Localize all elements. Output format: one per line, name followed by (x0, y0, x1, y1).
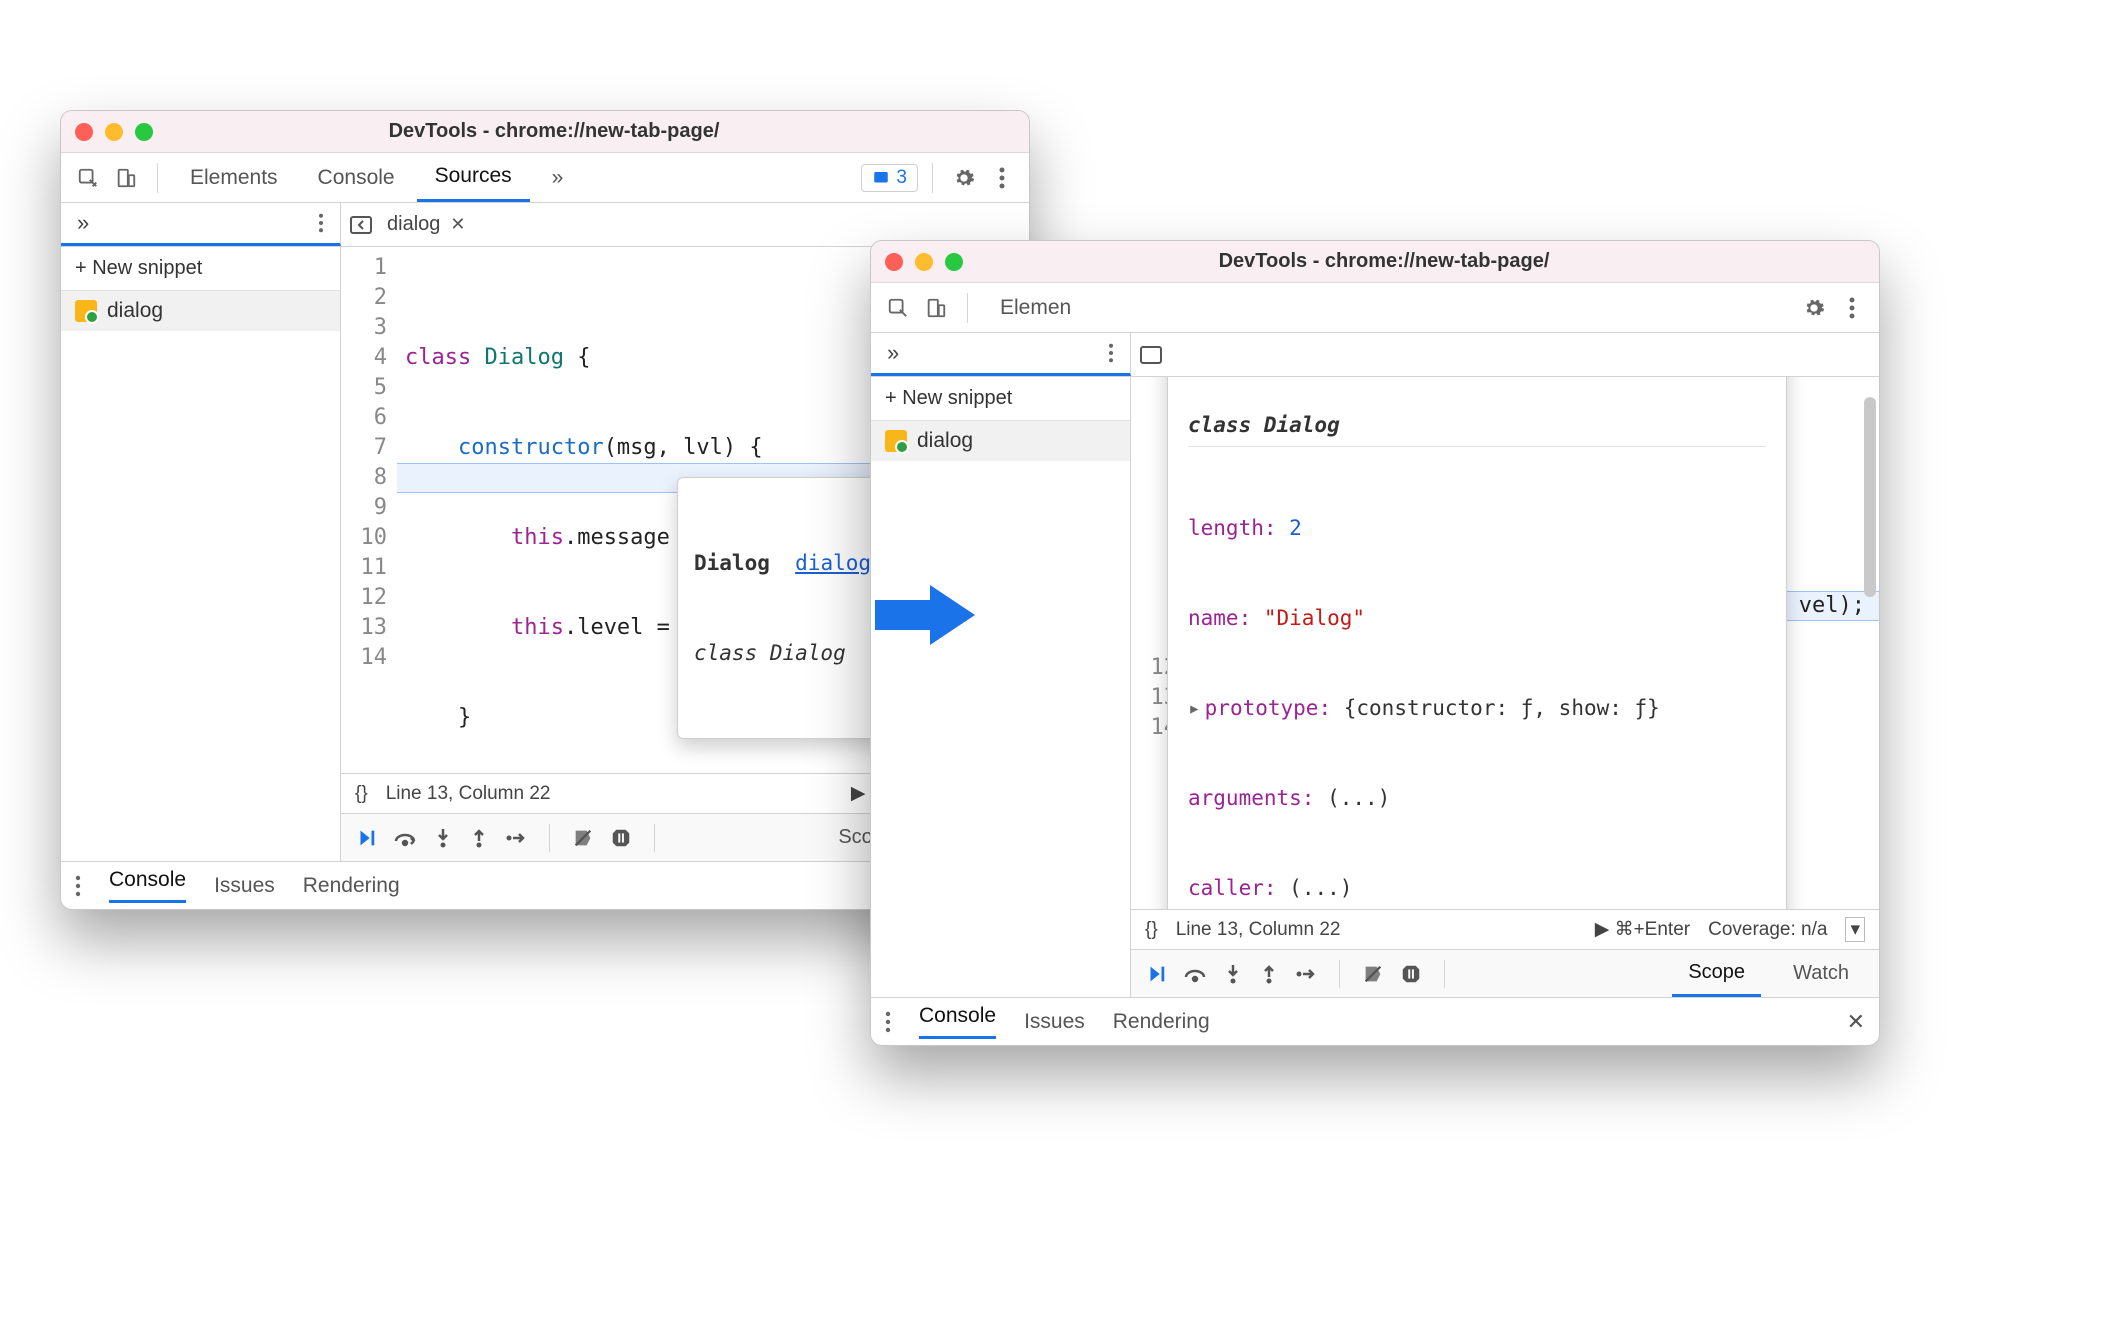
inspect-element-icon[interactable] (71, 161, 105, 195)
scrollbar-thumb[interactable] (1864, 397, 1876, 597)
chevron-down-boxed-icon[interactable]: ▾ (1845, 917, 1865, 942)
line-gutter: 1234567891011121314 (341, 247, 397, 773)
kebab-menu-icon[interactable] (885, 1011, 891, 1033)
main-toolbar: Elemen (871, 283, 1879, 333)
new-snippet-button[interactable]: + New snippet (871, 377, 1130, 421)
deactivate-breakpoints-icon[interactable] (1362, 963, 1384, 985)
step-into-icon[interactable] (433, 827, 453, 849)
step-into-icon[interactable] (1223, 963, 1243, 985)
code-content[interactable]: vel); const dialog = new Dialog('hello w… (1187, 383, 1879, 909)
snippet-file-icon (75, 300, 97, 322)
pause-exceptions-icon[interactable] (1400, 963, 1422, 985)
resume-icon[interactable] (1145, 963, 1167, 985)
resume-icon[interactable] (355, 827, 377, 849)
close-window-icon[interactable] (75, 123, 93, 141)
inspect-element-icon[interactable] (881, 291, 915, 325)
step-over-icon[interactable] (1183, 963, 1207, 985)
watch-tab[interactable]: Watch (1777, 950, 1865, 997)
drawer-toolbar: Console Issues Rendering ✕ (871, 997, 1879, 1045)
traffic-lights (885, 253, 963, 271)
kebab-menu-icon[interactable] (985, 161, 1019, 195)
file-tab-dialog[interactable]: dialog ✕ (373, 203, 479, 246)
hover-tooltip-expanded: class Dialog length: 2 name: "Dialog" ▸p… (1167, 377, 1787, 909)
device-toolbar-icon[interactable] (109, 161, 143, 195)
issues-indicator[interactable]: 3 (861, 164, 918, 192)
step-icon[interactable] (505, 827, 527, 849)
close-drawer-icon[interactable]: ✕ (1847, 1009, 1865, 1035)
transition-arrow-icon (870, 575, 980, 655)
coverage-indicator[interactable]: Coverage: n/a (1708, 919, 1827, 941)
kebab-menu-icon[interactable] (1108, 343, 1114, 363)
format-braces-icon[interactable]: {} (355, 783, 368, 805)
tab-overflow[interactable]: » (534, 153, 582, 202)
kebab-menu-icon[interactable] (318, 213, 324, 233)
kebab-menu-icon[interactable] (75, 875, 81, 897)
editor-statusbar: {} Line 13, Column 22 ▶ ⌘+Enter Coverage… (1131, 909, 1879, 949)
navigator-overflow[interactable]: » (61, 203, 341, 246)
tab-elements[interactable]: Elemen (982, 283, 1089, 332)
close-window-icon[interactable] (885, 253, 903, 271)
window-title: DevTools - chrome://new-tab-page/ (963, 250, 1805, 273)
run-snippet-hint[interactable]: ▶ ⌘+Enter (1595, 918, 1690, 941)
maximize-window-icon[interactable] (945, 253, 963, 271)
window-title: DevTools - chrome://new-tab-page/ (153, 120, 955, 143)
minimize-window-icon[interactable] (105, 123, 123, 141)
drawer-tab-console[interactable]: Console (919, 1004, 996, 1039)
drawer-tab-rendering[interactable]: Rendering (1113, 1010, 1210, 1034)
step-out-icon[interactable] (1259, 963, 1279, 985)
device-toolbar-icon[interactable] (919, 291, 953, 325)
issues-count: 3 (896, 167, 907, 189)
tab-elements[interactable]: Elements (172, 153, 296, 202)
step-icon[interactable] (1295, 963, 1317, 985)
tab-console[interactable]: Console (300, 153, 413, 202)
close-tab-icon[interactable]: ✕ (450, 214, 465, 235)
tab-sources[interactable]: Sources (417, 153, 530, 202)
debugger-toolbar: Scope Watch (1131, 949, 1879, 997)
step-out-icon[interactable] (469, 827, 489, 849)
kebab-menu-icon[interactable] (1835, 291, 1869, 325)
deactivate-breakpoints-icon[interactable] (572, 827, 594, 849)
snippet-item-dialog[interactable]: dialog (871, 421, 1130, 461)
navigator-overflow[interactable]: » (871, 333, 1131, 376)
main-toolbar: Elements Console Sources » 3 (61, 153, 1029, 203)
minimize-window-icon[interactable] (915, 253, 933, 271)
drawer-tab-console[interactable]: Console (109, 868, 186, 903)
step-over-icon[interactable] (393, 827, 417, 849)
snippet-item-dialog[interactable]: dialog (61, 291, 340, 331)
maximize-window-icon[interactable] (135, 123, 153, 141)
gear-icon[interactable] (1797, 291, 1831, 325)
cursor-position: Line 13, Column 22 (1176, 919, 1341, 941)
titlebar: DevTools - chrome://new-tab-page/ (871, 241, 1879, 283)
nav-back-icon[interactable] (1139, 345, 1163, 365)
nav-back-icon[interactable] (349, 215, 373, 235)
pause-exceptions-icon[interactable] (610, 827, 632, 849)
drawer-tab-rendering[interactable]: Rendering (303, 874, 400, 898)
gear-icon[interactable] (947, 161, 981, 195)
secondary-tabstrip: » (871, 333, 1879, 377)
code-editor[interactable]: 12 13 14 vel); const dialog = new Dialog… (1131, 377, 1879, 909)
snippet-file-icon (885, 430, 907, 452)
snippets-sidebar: + New snippet dialog (871, 377, 1131, 997)
titlebar: DevTools - chrome://new-tab-page/ (61, 111, 1029, 153)
devtools-window-right: DevTools - chrome://new-tab-page/ Elemen… (870, 240, 1880, 1046)
traffic-lights (75, 123, 153, 141)
file-tab-label: dialog (387, 213, 440, 236)
format-braces-icon[interactable]: {} (1145, 919, 1158, 941)
partial-line-fragment: vel); (1799, 591, 1865, 621)
drawer-tab-issues[interactable]: Issues (214, 874, 275, 898)
new-snippet-button[interactable]: + New snippet (61, 247, 340, 291)
snippets-sidebar: + New snippet dialog (61, 247, 341, 861)
drawer-tab-issues[interactable]: Issues (1024, 1010, 1085, 1034)
cursor-position: Line 13, Column 22 (386, 783, 551, 805)
scope-tab[interactable]: Scope (1672, 950, 1761, 997)
